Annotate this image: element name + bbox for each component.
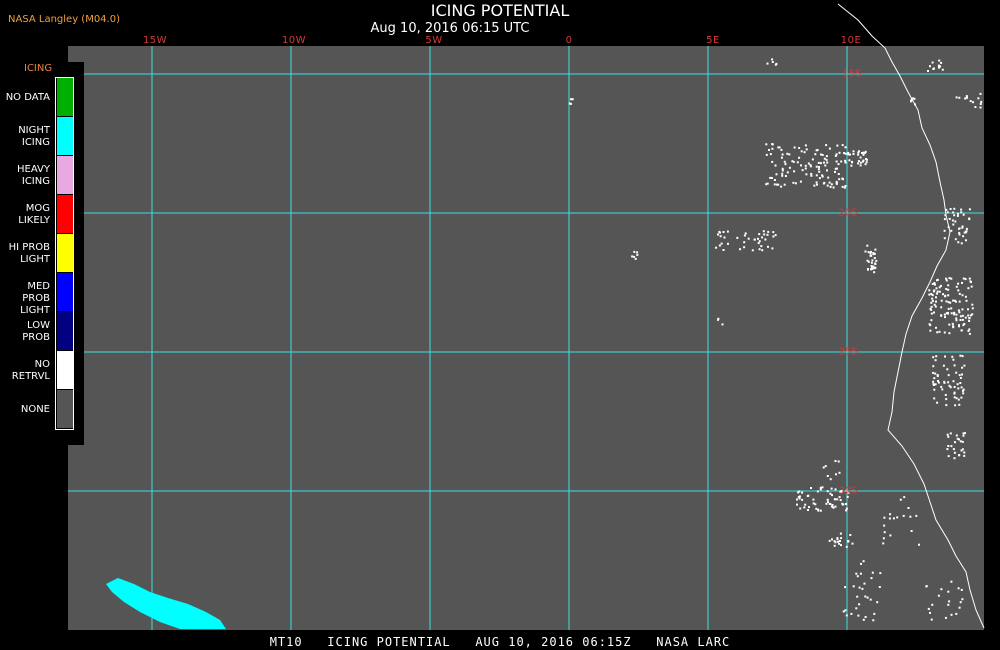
lat-label-25s: 25S bbox=[838, 346, 858, 358]
legend-title: ICING bbox=[24, 63, 53, 74]
night-icing-area bbox=[106, 578, 226, 629]
graticule bbox=[68, 46, 984, 630]
map-overlay bbox=[68, 3, 985, 630]
legend-label: HI PROB LIGHT bbox=[8, 241, 50, 265]
timestamp-subtitle: Aug 10, 2016 06:15 UTC bbox=[370, 21, 530, 36]
lon-label-5w: 5W bbox=[425, 35, 443, 46]
no-retrieval-pixels bbox=[568, 58, 983, 622]
lon-label-0: 0 bbox=[565, 35, 573, 46]
lat-label-30s: 30S bbox=[838, 485, 858, 497]
legend-label: NIGHT ICING bbox=[18, 124, 50, 148]
legend-label: NO RETRVL bbox=[11, 358, 50, 382]
legend-label: NO DATA bbox=[5, 91, 50, 103]
lat-label-20s: 20S bbox=[838, 207, 858, 219]
icing-map-page: NASA Langley (M04.0) ICING POTENTIAL Aug… bbox=[0, 0, 1000, 650]
lon-label-10e: 10E bbox=[840, 35, 862, 46]
lon-label-10w: 10W bbox=[281, 35, 307, 46]
legend-label: LOW PROB bbox=[22, 319, 50, 343]
legend-label: NONE bbox=[20, 403, 50, 415]
legend-swatch-frame bbox=[55, 77, 74, 430]
lat-label-15s: 15S bbox=[842, 68, 862, 80]
lon-label-15w: 15W bbox=[142, 35, 168, 46]
lon-label-5e: 5E bbox=[706, 35, 720, 46]
footer-caption: MT10 ICING POTENTIAL AUG 10, 2016 06:15Z… bbox=[269, 635, 731, 649]
legend-label: MED PROB LIGHT bbox=[20, 280, 50, 316]
legend-label: MOG LIKELY bbox=[18, 202, 50, 226]
map-title: ICING POTENTIAL bbox=[430, 1, 570, 20]
legend-label: HEAVY ICING bbox=[17, 163, 50, 187]
